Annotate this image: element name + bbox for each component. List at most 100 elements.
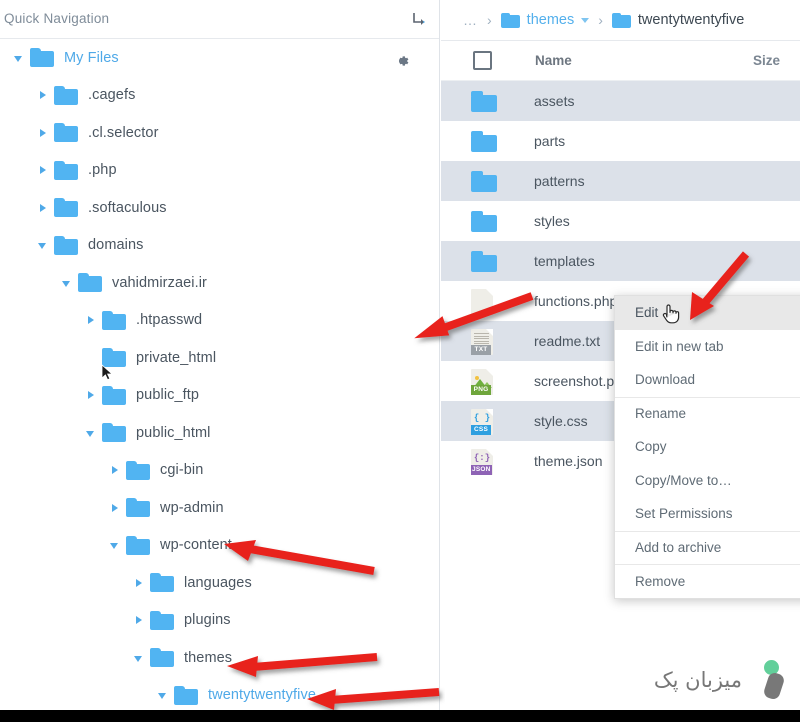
tree-item-public-html[interactable]: public_html (0, 414, 439, 452)
file-row-name: templates (534, 253, 595, 269)
caret-down-icon[interactable] (38, 240, 48, 250)
file-row-name: parts (534, 133, 566, 149)
select-all-checkbox[interactable] (473, 51, 492, 70)
caret-right-icon[interactable] (110, 465, 120, 475)
caret-down-icon[interactable] (134, 653, 144, 663)
tree-item--cl-selector[interactable]: .cl.selector (0, 114, 439, 152)
breadcrumb-label: themes (526, 12, 575, 28)
file-row[interactable]: styles (441, 201, 800, 241)
context-menu-item-download[interactable]: Download (615, 363, 800, 397)
tree-item-wp-admin[interactable]: wp-admin (0, 489, 439, 527)
caret-right-icon[interactable] (86, 390, 96, 400)
folder-icon (54, 85, 78, 105)
context-menu-item-copy[interactable]: Copy (615, 430, 800, 464)
sidebar-header: Quick Navigation (0, 0, 439, 39)
tree-item-label: .php (88, 162, 117, 179)
file-row-name: readme.txt (534, 333, 601, 349)
breadcrumb-item-themes[interactable]: themes (500, 12, 590, 28)
caret-right-icon[interactable] (86, 315, 96, 325)
tree-item-label: cgi-bin (160, 462, 204, 479)
tree-item-public-ftp[interactable]: public_ftp (0, 377, 439, 415)
caret-right-icon[interactable] (38, 128, 48, 138)
tree-item-cgi-bin[interactable]: cgi-bin (0, 452, 439, 490)
tree-item-twentytwentyfive[interactable]: twentytwentyfive (0, 677, 439, 711)
caret-right-icon[interactable] (134, 615, 144, 625)
folder-icon (102, 310, 126, 330)
tree-item--softaculous[interactable]: .softaculous (0, 189, 439, 227)
tree-item--htpasswd[interactable]: .htpasswd (0, 302, 439, 340)
tree-item-label: public_html (136, 424, 211, 441)
folder-icon (471, 129, 497, 153)
context-menu-item-label: Edit (635, 305, 659, 321)
tree-item-label: public_ftp (136, 387, 200, 404)
tree-item-plugins[interactable]: plugins (0, 602, 439, 640)
context-menu-item-label: Copy/Move to… (635, 472, 732, 488)
folder-icon (471, 169, 497, 193)
context-menu-item-rename[interactable]: Rename (615, 396, 800, 431)
folder-icon (78, 273, 102, 293)
file-row-name: patterns (534, 173, 585, 189)
folder-icon (126, 498, 150, 518)
caret-down-icon[interactable] (158, 690, 168, 700)
tree-item-label: themes (184, 649, 233, 666)
arrow-turn-down-right-icon[interactable] (409, 9, 429, 29)
tree-item-my-files[interactable]: My Files (0, 39, 439, 77)
caret-down-icon[interactable] (110, 540, 120, 550)
caret-down-icon[interactable] (14, 53, 24, 63)
tree-item--php[interactable]: .php (0, 152, 439, 190)
sidebar-title: Quick Navigation (4, 11, 110, 26)
context-menu-item-copy-move-to[interactable]: Copy/Move to… (615, 464, 800, 498)
folder-icon (102, 423, 126, 443)
gear-icon[interactable] (393, 52, 411, 70)
caret-right-icon[interactable] (38, 165, 48, 175)
tree-item-languages[interactable]: languages (0, 564, 439, 602)
breadcrumb-item-twentytwentyfive[interactable]: twentytwentyfive (611, 12, 744, 28)
folder-icon (102, 348, 126, 368)
caret-right-icon[interactable] (38, 203, 48, 213)
file-row[interactable]: templates (441, 241, 800, 281)
chevron-down-icon[interactable] (581, 17, 590, 23)
txt-file-icon: TXT (471, 329, 497, 355)
watermark-mark-icon (748, 660, 786, 701)
tree-item-label: .cl.selector (88, 124, 159, 141)
file-row[interactable]: parts (441, 121, 800, 161)
context-menu-item-set-permissions[interactable]: Set Permissions (615, 497, 800, 531)
tree-item-label: plugins (184, 612, 231, 629)
folder-icon (54, 160, 78, 180)
folder-icon (126, 535, 150, 555)
file-row[interactable]: assets (441, 81, 800, 121)
caret-down-icon[interactable] (86, 428, 96, 438)
folder-icon (54, 198, 78, 218)
context-menu-item-edit-in-new-tab[interactable]: Edit in new tab (615, 330, 800, 364)
file-row-name: assets (534, 93, 575, 109)
folder-icon (471, 249, 497, 273)
quick-navigation-sidebar: Quick Navigation My Files .cagefs .cl.sele… (0, 0, 440, 710)
tree-item-label: private_html (136, 349, 217, 366)
php-file-icon (471, 289, 497, 315)
folder-icon (150, 573, 174, 593)
context-menu-item-label: Edit in new tab (635, 338, 724, 354)
png-file-icon: PNG (471, 369, 497, 395)
breadcrumb-separator: › (598, 12, 603, 28)
caret-right-icon[interactable] (38, 90, 48, 100)
context-menu-item-edit[interactable]: Edit (615, 296, 800, 330)
caret-down-icon[interactable] (62, 278, 72, 288)
tree-item-label: wp-content (160, 537, 232, 554)
folder-icon (471, 89, 497, 113)
tree-item-wp-content[interactable]: wp-content (0, 527, 439, 565)
tree-item-private-html[interactable]: private_html (0, 339, 439, 377)
caret-right-icon[interactable] (110, 503, 120, 513)
column-header-size[interactable]: Size (753, 53, 780, 68)
tree-item-domains[interactable]: domains (0, 227, 439, 265)
breadcrumb-ellipsis[interactable]: … (463, 12, 478, 28)
context-menu-item-label: Set Permissions (635, 506, 733, 522)
caret-right-icon[interactable] (134, 578, 144, 588)
file-row[interactable]: patterns (441, 161, 800, 201)
folder-icon (126, 460, 150, 480)
column-header-name[interactable]: Name (535, 53, 572, 68)
context-menu-item-add-to-archive[interactable]: Add to archive (615, 530, 800, 565)
tree-item-themes[interactable]: themes (0, 639, 439, 677)
tree-item-vahidmirzaei-ir[interactable]: vahidmirzaei.ir (0, 264, 439, 302)
context-menu-item-remove[interactable]: Remove (615, 564, 800, 598)
tree-item--cagefs[interactable]: .cagefs (0, 77, 439, 115)
